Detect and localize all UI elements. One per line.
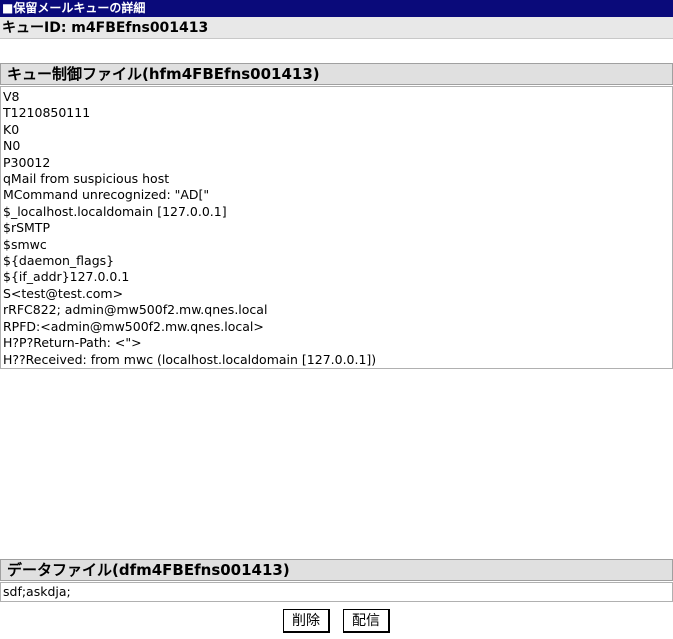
control-file-content: V8 T1210850111 K0 N0 P30012 qMail from s… <box>3 89 469 368</box>
delete-button[interactable]: 削除 <box>282 609 330 633</box>
window-title: ■保留メールキューの詳細 <box>0 0 673 17</box>
data-file-textarea[interactable]: sdf;askdja; <box>0 582 673 602</box>
control-file-heading: キュー制御ファイル(hfm4FBEfns001413) <box>0 63 673 85</box>
data-file-content: sdf;askdja; <box>3 584 71 599</box>
deliver-button[interactable]: 配信 <box>343 609 391 633</box>
queue-id-label: キューID: m4FBEfns001413 <box>0 17 673 39</box>
control-file-textarea[interactable]: V8 T1210850111 K0 N0 P30012 qMail from s… <box>0 86 673 369</box>
action-bar: 削除 配信 <box>0 603 673 639</box>
data-file-heading: データファイル(dfm4FBEfns001413) <box>0 559 673 581</box>
